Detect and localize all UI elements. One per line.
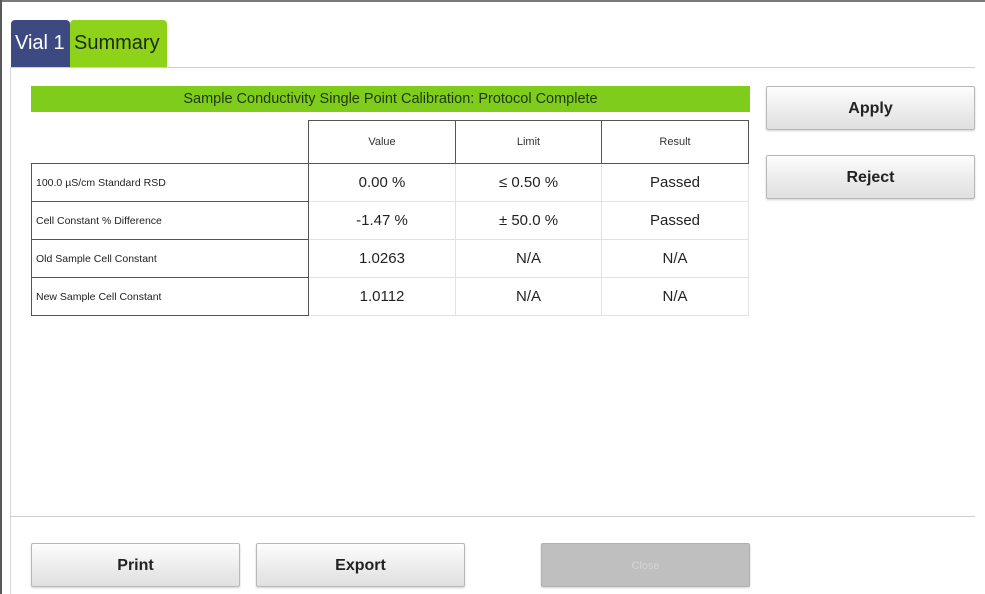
table-row: Old Sample Cell Constant 1.0263 N/A N/A: [31, 239, 749, 278]
row-value: 0.00 %: [308, 163, 456, 202]
panel-border: [10, 67, 975, 68]
row-label: Cell Constant % Difference: [31, 201, 309, 240]
calibration-results-table: Value Limit Result 100.0 µS/cm Standard …: [31, 120, 749, 316]
close-button-disabled: Close: [541, 543, 750, 587]
table-row: Cell Constant % Difference -1.47 % ± 50.…: [31, 201, 749, 240]
row-result: N/A: [601, 277, 749, 316]
footer-divider: [10, 516, 975, 517]
row-limit: N/A: [455, 239, 602, 278]
row-value: -1.47 %: [308, 201, 456, 240]
window-frame-left: [0, 0, 2, 594]
row-result: N/A: [601, 239, 749, 278]
tab-vial-1[interactable]: Vial 1: [11, 20, 70, 67]
table-row: 100.0 µS/cm Standard RSD 0.00 % ≤ 0.50 %…: [31, 163, 749, 202]
row-limit: ± 50.0 %: [455, 201, 602, 240]
calibration-status-banner: Sample Conductivity Single Point Calibra…: [31, 86, 750, 112]
reject-button[interactable]: Reject: [766, 155, 975, 199]
row-value: 1.0112: [308, 277, 456, 316]
header-value: Value: [308, 120, 456, 164]
tab-summary[interactable]: Summary: [70, 20, 167, 67]
row-label: New Sample Cell Constant: [31, 277, 309, 316]
panel-border-left: [10, 67, 11, 594]
header-blank: [31, 120, 309, 164]
row-limit: ≤ 0.50 %: [455, 163, 602, 202]
print-button[interactable]: Print: [31, 543, 240, 587]
row-limit: N/A: [455, 277, 602, 316]
apply-button[interactable]: Apply: [766, 86, 975, 130]
row-label: 100.0 µS/cm Standard RSD: [31, 163, 309, 202]
row-value: 1.0263: [308, 239, 456, 278]
export-button[interactable]: Export: [256, 543, 465, 587]
row-result: Passed: [601, 163, 749, 202]
header-result: Result: [601, 120, 749, 164]
table-row: New Sample Cell Constant 1.0112 N/A N/A: [31, 277, 749, 316]
window-frame-top: [0, 0, 985, 2]
table-header-row: Value Limit Result: [31, 120, 749, 164]
header-limit: Limit: [455, 120, 602, 164]
row-result: Passed: [601, 201, 749, 240]
row-label: Old Sample Cell Constant: [31, 239, 309, 278]
